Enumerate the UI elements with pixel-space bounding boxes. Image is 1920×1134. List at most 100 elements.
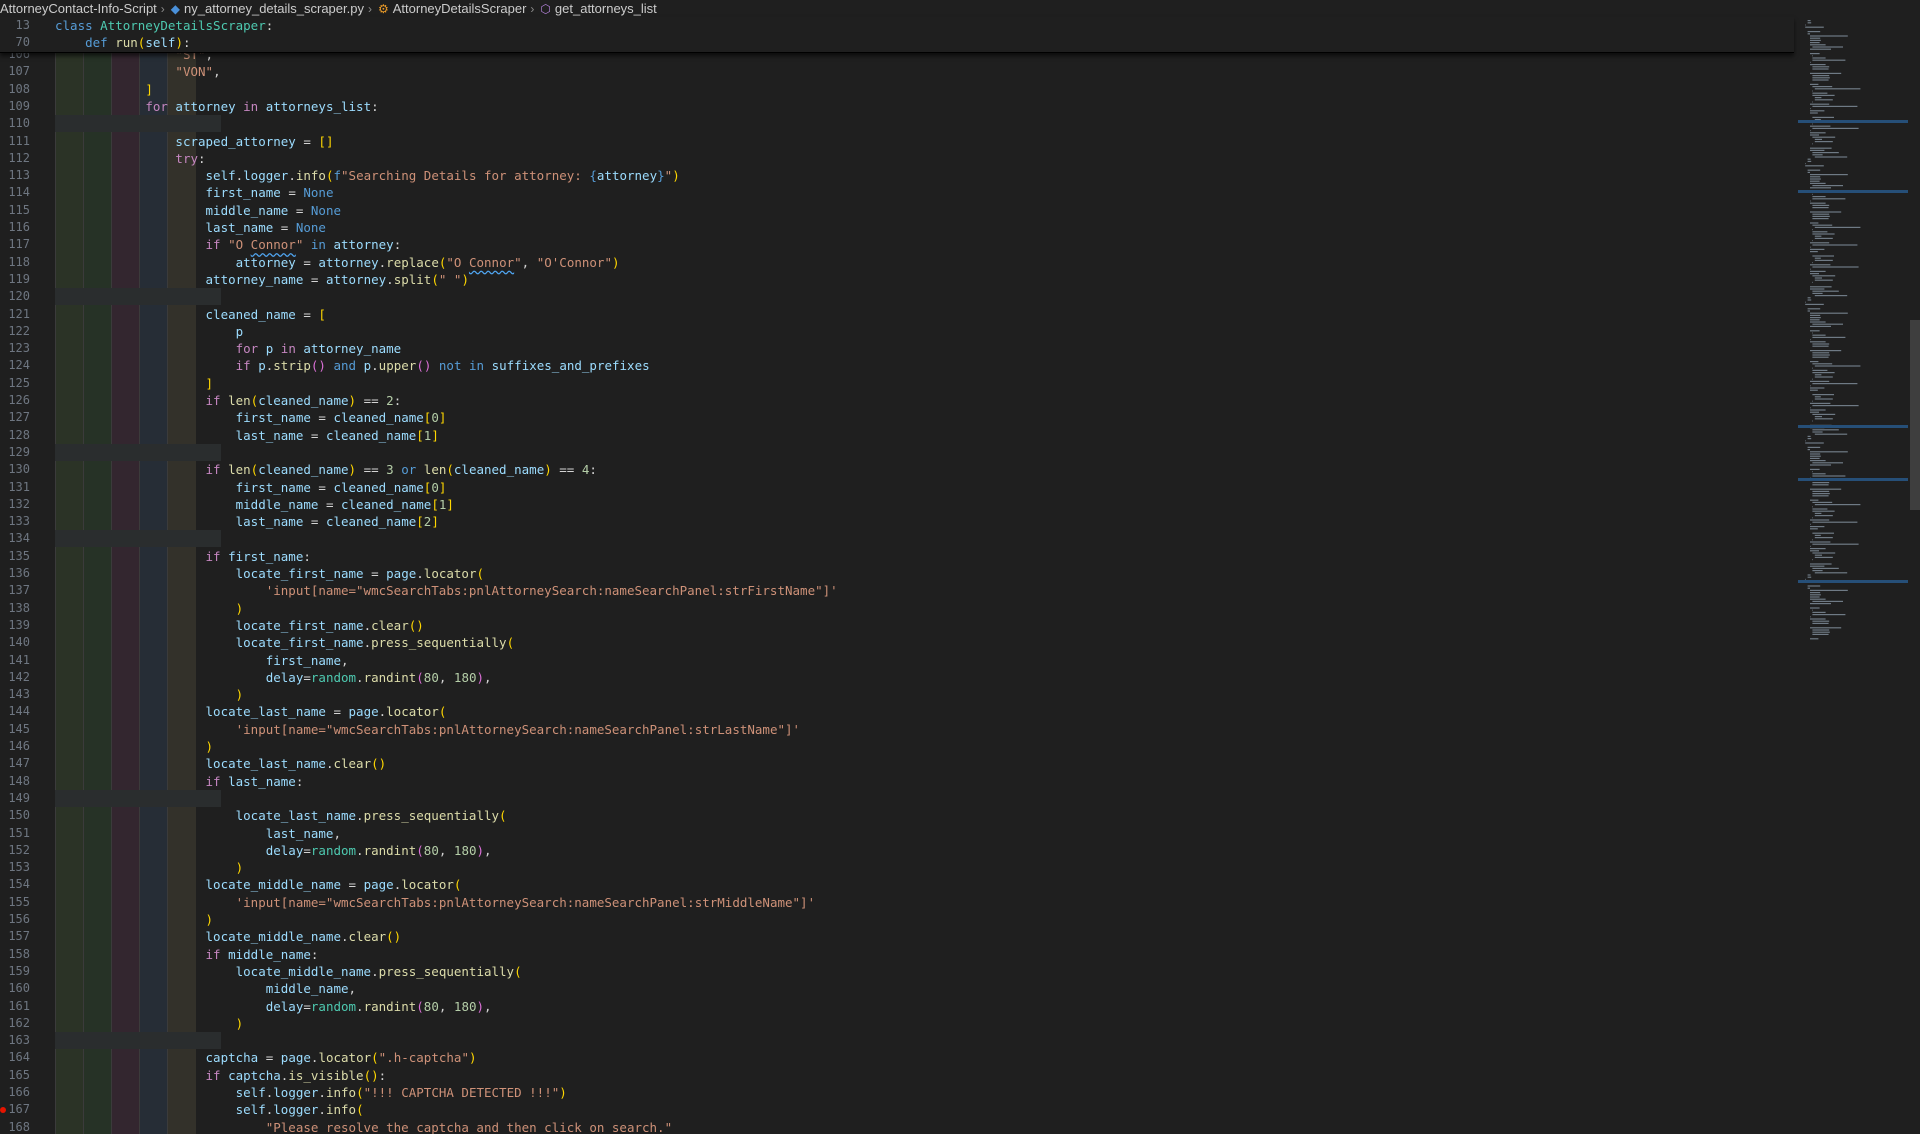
line-number[interactable]: 156 <box>0 911 30 928</box>
line-number[interactable]: 161 <box>0 998 30 1015</box>
line-number[interactable]: 120 <box>0 288 30 305</box>
line-number[interactable]: 147 <box>0 755 30 772</box>
line-number[interactable]: 141 <box>0 652 30 669</box>
code-line[interactable]: 126 if len(cleaned_name) == 2: <box>0 392 1794 409</box>
line-number[interactable]: 149 <box>0 790 30 807</box>
code-line[interactable]: 161 delay=random.randint(80, 180), <box>0 998 1794 1015</box>
code-line[interactable]: 159 locate_middle_name.press_sequentiall… <box>0 963 1794 980</box>
line-number[interactable]: 132 <box>0 496 30 513</box>
line-number[interactable]: 159 <box>0 963 30 980</box>
line-number[interactable]: 168 <box>0 1119 30 1134</box>
line-number[interactable]: 128 <box>0 427 30 444</box>
code-line[interactable]: 134 <box>0 530 1794 547</box>
line-number[interactable]: 157 <box>0 928 30 945</box>
line-number[interactable]: 164 <box>0 1049 30 1066</box>
line-number[interactable]: 112 <box>0 150 30 167</box>
line-number[interactable]: 130 <box>0 461 30 478</box>
code-line[interactable]: 138 ) <box>0 600 1794 617</box>
code-line[interactable]: 165 if captcha.is_visible(): <box>0 1067 1794 1084</box>
code-line[interactable]: 107 "VON", <box>0 63 1794 80</box>
code-line[interactable]: 124 if p.strip() and p.upper() not in su… <box>0 357 1794 374</box>
line-number[interactable]: 111 <box>0 133 30 150</box>
code-line[interactable]: 158 if middle_name: <box>0 946 1794 963</box>
line-number[interactable]: 150 <box>0 807 30 824</box>
line-number[interactable]: 165 <box>0 1067 30 1084</box>
scrollbar-thumb[interactable] <box>1910 320 1920 510</box>
code-line[interactable]: 131 first_name = cleaned_name[0] <box>0 479 1794 496</box>
code-line[interactable]: 120 <box>0 288 1794 305</box>
line-number[interactable]: 126 <box>0 392 30 409</box>
line-number[interactable]: 134 <box>0 530 30 547</box>
line-number[interactable]: 158 <box>0 946 30 963</box>
line-number[interactable]: 118 <box>0 254 30 271</box>
code-line[interactable]: 129 <box>0 444 1794 461</box>
code-line[interactable]: 135 if first_name: <box>0 548 1794 565</box>
code-line[interactable]: 127 first_name = cleaned_name[0] <box>0 409 1794 426</box>
line-number[interactable]: 133 <box>0 513 30 530</box>
code-line[interactable]: 108 ] <box>0 81 1794 98</box>
code-line[interactable]: 117 if "O Connor" in attorney: <box>0 236 1794 253</box>
line-number[interactable]: 109 <box>0 98 30 115</box>
code-line[interactable]: 112 try: <box>0 150 1794 167</box>
code-line[interactable]: 149 <box>0 790 1794 807</box>
code-line[interactable]: 151 last_name, <box>0 825 1794 842</box>
code-line[interactable]: 143 ) <box>0 686 1794 703</box>
code-line[interactable]: 113 self.logger.info(f"Searching Details… <box>0 167 1794 184</box>
line-number[interactable]: 155 <box>0 894 30 911</box>
code-line[interactable]: 121 cleaned_name = [ <box>0 306 1794 323</box>
code-line[interactable]: 155 'input[name="wmcSearchTabs:pnlAttorn… <box>0 894 1794 911</box>
line-number[interactable]: 146 <box>0 738 30 755</box>
line-number[interactable]: 127 <box>0 409 30 426</box>
line-number[interactable]: 110 <box>0 115 30 132</box>
line-number[interactable]: 148 <box>0 773 30 790</box>
sticky-scroll-header[interactable]: 13 class AttorneyDetailsScraper: 70 def ru… <box>0 17 1794 53</box>
code-line[interactable]: 153 ) <box>0 859 1794 876</box>
line-number[interactable]: 138 <box>0 600 30 617</box>
line-number[interactable]: 166 <box>0 1084 30 1101</box>
code-line[interactable]: 136 locate_first_name = page.locator( <box>0 565 1794 582</box>
code-line[interactable]: 133 last_name = cleaned_name[2] <box>0 513 1794 530</box>
code-line[interactable]: 150 locate_last_name.press_sequentially( <box>0 807 1794 824</box>
code-line[interactable]: 166 self.logger.info("!!! CAPTCHA DETECT… <box>0 1084 1794 1101</box>
line-number[interactable]: 114 <box>0 184 30 201</box>
code-line[interactable]: 140 locate_first_name.press_sequentially… <box>0 634 1794 651</box>
line-number[interactable]: 125 <box>0 375 30 392</box>
line-number[interactable]: 117 <box>0 236 30 253</box>
code-line[interactable]: 160 middle_name, <box>0 980 1794 997</box>
line-number[interactable]: 108 <box>0 81 30 98</box>
line-number[interactable]: 162 <box>0 1015 30 1032</box>
line-number[interactable]: 122 <box>0 323 30 340</box>
line-number[interactable]: 140 <box>0 634 30 651</box>
code-line[interactable]: 110 <box>0 115 1794 132</box>
code-line[interactable]: 116 last_name = None <box>0 219 1794 236</box>
breadcrumb-method[interactable]: ⬡ get_attorneys_list <box>540 1 656 16</box>
line-number[interactable]: 119 <box>0 271 30 288</box>
code-line[interactable]: 164 captcha = page.locator(".h-captcha") <box>0 1049 1794 1066</box>
code-line[interactable]: 111 scraped_attorney = [] <box>0 133 1794 150</box>
code-line[interactable]: 145 'input[name="wmcSearchTabs:pnlAttorn… <box>0 721 1794 738</box>
line-number[interactable]: 163 <box>0 1032 30 1049</box>
code-line[interactable]: 152 delay=random.randint(80, 180), <box>0 842 1794 859</box>
breadcrumb-folder[interactable]: AttorneyContact-Info-Script <box>0 1 157 16</box>
code-line[interactable]: 114 first_name = None <box>0 184 1794 201</box>
line-number[interactable]: 13 <box>0 17 30 34</box>
line-number[interactable]: 160 <box>0 980 30 997</box>
line-number[interactable]: 151 <box>0 825 30 842</box>
line-number[interactable]: 106 <box>0 52 30 63</box>
line-number[interactable]: 107 <box>0 63 30 80</box>
line-number[interactable]: 121 <box>0 306 30 323</box>
line-number[interactable]: 131 <box>0 479 30 496</box>
line-number[interactable]: 154 <box>0 876 30 893</box>
code-line[interactable]: 130 if len(cleaned_name) == 3 or len(cle… <box>0 461 1794 478</box>
line-number[interactable]: 124 <box>0 357 30 374</box>
line-number[interactable]: 116 <box>0 219 30 236</box>
breadcrumb-file[interactable]: ◆ ny_attorney_details_scraper.py <box>171 1 364 16</box>
minimap[interactable] <box>1794 0 1910 1134</box>
code-line[interactable]: 139 locate_first_name.clear() <box>0 617 1794 634</box>
code-line[interactable]: 141 first_name, <box>0 652 1794 669</box>
code-line[interactable]: 168 "Please resolve the captcha and then… <box>0 1119 1794 1134</box>
code-line[interactable]: 142 delay=random.randint(80, 180), <box>0 669 1794 686</box>
code-line[interactable]: 132 middle_name = cleaned_name[1] <box>0 496 1794 513</box>
line-number[interactable]: 113 <box>0 167 30 184</box>
line-number[interactable]: 139 <box>0 617 30 634</box>
